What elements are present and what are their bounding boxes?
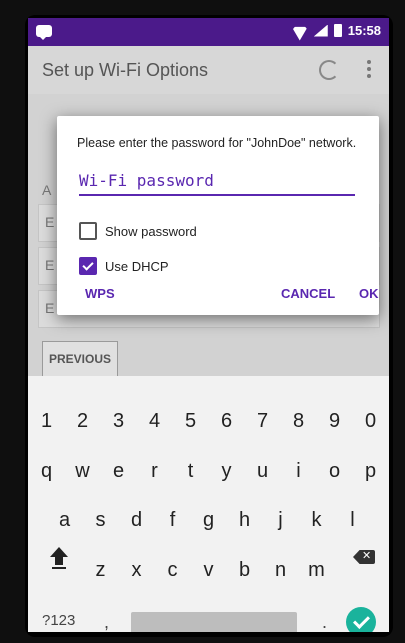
key[interactable]: e	[101, 460, 137, 483]
key[interactable]: n	[263, 559, 299, 582]
keyboard-row-3: z x c v b n m	[28, 559, 389, 582]
key[interactable]: f	[155, 509, 191, 532]
keyboard-row-1: q w e r t y u i o p	[28, 460, 389, 483]
key[interactable]: 1	[29, 410, 65, 433]
comma-key[interactable]: ,	[104, 612, 109, 632]
use-dhcp-checkbox[interactable]: Use DHCP	[79, 257, 169, 275]
key[interactable]: 7	[245, 410, 281, 433]
key[interactable]: i	[281, 460, 317, 483]
enter-check-icon[interactable]	[346, 607, 376, 632]
network-row-label: E	[45, 257, 55, 273]
status-time: 15:58	[347, 23, 381, 38]
refresh-icon[interactable]	[319, 60, 339, 80]
key[interactable]: y	[209, 460, 245, 483]
previous-button[interactable]: PREVIOUS	[42, 341, 119, 377]
device-frame: 15:58 Set up Wi-Fi Options A E E E PREVI…	[25, 15, 393, 637]
use-dhcp-label: Use DHCP	[105, 258, 169, 274]
battery-icon	[333, 24, 342, 37]
key[interactable]: h	[227, 509, 263, 532]
keyboard-number-row: 1 2 3 4 5 6 7 8 9 0	[28, 410, 389, 433]
status-icons: 15:58	[292, 23, 381, 38]
checkbox-checked-icon[interactable]	[79, 257, 97, 275]
ok-button[interactable]: OK	[359, 286, 379, 301]
keyboard-row-2: a s d f g h j k l	[28, 509, 389, 532]
network-row-label: E	[45, 214, 55, 230]
key[interactable]: o	[317, 460, 353, 483]
key[interactable]: l	[335, 509, 371, 532]
screen: 15:58 Set up Wi-Fi Options A E E E PREVI…	[28, 18, 389, 632]
key[interactable]: b	[227, 559, 263, 582]
key[interactable]: 3	[101, 410, 137, 433]
key[interactable]: z	[83, 559, 119, 582]
wifi-icon	[292, 25, 308, 37]
key[interactable]: c	[155, 559, 191, 582]
key[interactable]: j	[263, 509, 299, 532]
wps-button[interactable]: WPS	[85, 286, 115, 301]
message-notification-icon	[36, 25, 52, 40]
key[interactable]: k	[299, 509, 335, 532]
key[interactable]: d	[119, 509, 155, 532]
show-password-checkbox[interactable]: Show password	[79, 222, 197, 240]
cancel-button[interactable]: CANCEL	[281, 286, 335, 301]
section-label: A	[42, 182, 52, 198]
key[interactable]: u	[245, 460, 281, 483]
wifi-password-input[interactable]	[79, 166, 355, 196]
key[interactable]: 5	[173, 410, 209, 433]
key[interactable]: s	[83, 509, 119, 532]
key[interactable]: 9	[317, 410, 353, 433]
key[interactable]: x	[119, 559, 155, 582]
status-bar: 15:58	[28, 18, 389, 46]
key[interactable]: 6	[209, 410, 245, 433]
key[interactable]: 0	[353, 410, 389, 433]
key[interactable]: g	[191, 509, 227, 532]
checkbox-unchecked-icon[interactable]	[79, 222, 97, 240]
key[interactable]: m	[299, 559, 335, 582]
page-title: Set up Wi-Fi Options	[42, 60, 209, 80]
key[interactable]: r	[137, 460, 173, 483]
dialog-message: Please enter the password for "JohnDoe" …	[77, 136, 357, 150]
overflow-menu-icon[interactable]	[367, 60, 371, 81]
key[interactable]: w	[65, 460, 101, 483]
cell-signal-icon	[313, 24, 328, 37]
password-dialog: Please enter the password for "JohnDoe" …	[57, 116, 379, 315]
symbols-key[interactable]: ?123	[42, 612, 75, 629]
soft-keyboard: 1 2 3 4 5 6 7 8 9 0 q w e r t y u i o p …	[28, 376, 389, 632]
key[interactable]: 8	[281, 410, 317, 433]
key[interactable]: 2	[65, 410, 101, 433]
spacebar[interactable]	[131, 612, 297, 632]
key[interactable]: t	[173, 460, 209, 483]
network-row-label: E	[45, 300, 55, 316]
key[interactable]: q	[29, 460, 65, 483]
app-bar: Set up Wi-Fi Options	[28, 46, 389, 94]
key[interactable]: 4	[137, 410, 173, 433]
key[interactable]: p	[353, 460, 389, 483]
show-password-label: Show password	[105, 223, 197, 239]
key[interactable]: a	[47, 509, 83, 532]
period-key[interactable]: .	[322, 612, 327, 632]
key[interactable]: v	[191, 559, 227, 582]
